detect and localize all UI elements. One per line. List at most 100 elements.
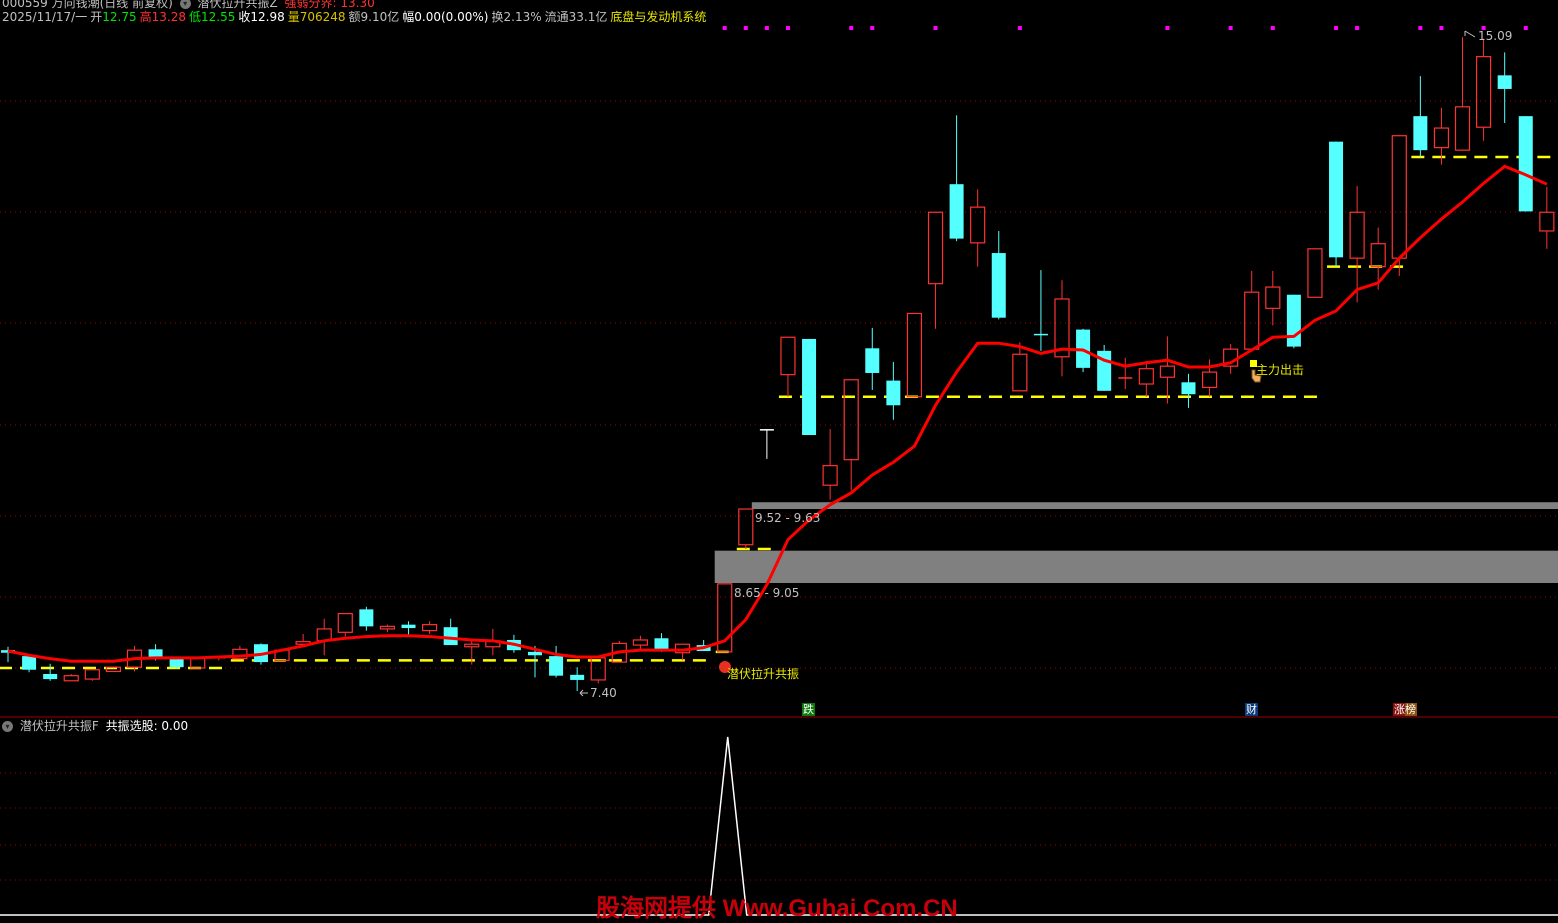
candle[interactable]	[1244, 270, 1260, 350]
candle[interactable]	[1329, 141, 1344, 267]
candle-body	[1391, 135, 1407, 259]
kline-chart[interactable]	[0, 0, 1558, 919]
candle-body	[1265, 286, 1281, 309]
candle[interactable]	[190, 657, 206, 669]
candle[interactable]	[401, 621, 416, 635]
candle[interactable]	[84, 669, 100, 681]
candle[interactable]	[1265, 270, 1281, 326]
candle[interactable]	[63, 673, 79, 682]
candle[interactable]	[822, 429, 838, 500]
candle[interactable]	[738, 508, 754, 549]
candle[interactable]	[549, 645, 564, 678]
candle[interactable]	[1307, 248, 1323, 298]
candle-body	[1433, 127, 1450, 149]
candle[interactable]	[1518, 116, 1533, 212]
candle[interactable]	[570, 667, 585, 691]
candle[interactable]	[991, 230, 1006, 320]
candle[interactable]	[1, 646, 15, 663]
candle[interactable]	[316, 618, 332, 656]
candle[interactable]	[949, 115, 964, 242]
candle-body	[802, 338, 817, 436]
candle[interactable]	[1054, 280, 1070, 377]
event-fall-tag[interactable]: 跌	[802, 703, 815, 716]
sub-indicator-menu-icon[interactable]: ▾	[2, 721, 13, 732]
signal-dot	[870, 26, 875, 30]
main-force-label: 主力出击	[1256, 363, 1305, 377]
candle-body	[1181, 382, 1196, 395]
signal-dot	[1165, 26, 1170, 30]
candle[interactable]	[1413, 76, 1428, 157]
candle-body	[1118, 377, 1133, 379]
candle-body	[886, 380, 901, 406]
candle[interactable]	[1033, 270, 1048, 351]
candle[interactable]	[927, 211, 944, 329]
candle-body	[1475, 56, 1492, 128]
candle-body	[22, 656, 37, 670]
open-value: 12.75	[102, 10, 137, 24]
candle-body	[759, 429, 774, 431]
candle[interactable]	[906, 312, 923, 398]
candle[interactable]	[1118, 357, 1133, 390]
candle[interactable]	[1181, 373, 1196, 408]
low-label: 低	[188, 10, 201, 24]
close-value: 12.98	[250, 10, 285, 24]
turnover-value: 换2.13%	[491, 10, 542, 24]
candle[interactable]	[802, 338, 817, 436]
band-upper-label: 9.52 - 9.63	[755, 511, 821, 525]
candle[interactable]	[1539, 186, 1555, 249]
indicator-menu-icon[interactable]: ▾	[179, 0, 191, 9]
candle-body	[1539, 211, 1555, 232]
candle-body	[654, 638, 669, 651]
candle[interactable]	[1475, 38, 1492, 141]
candle[interactable]	[970, 189, 986, 267]
candle[interactable]	[1138, 361, 1154, 397]
candle[interactable]	[422, 621, 438, 635]
candle[interactable]	[337, 613, 353, 637]
candle[interactable]	[1497, 52, 1512, 123]
system-label: 底盘与发动机系统	[610, 10, 707, 24]
watermark: 股海网提供 Www.Guhai.Com.CN	[596, 895, 958, 922]
candle[interactable]	[674, 643, 691, 661]
candle-body	[359, 609, 374, 627]
sub-indicator-name[interactable]: 潜伏拉升共振F	[20, 719, 99, 733]
event-finance-tag[interactable]: 财	[1245, 703, 1258, 716]
candle[interactable]	[632, 635, 649, 651]
candle[interactable]	[780, 336, 796, 397]
volume-value: 706248	[299, 10, 346, 24]
candle[interactable]	[886, 361, 901, 420]
candle-body	[43, 673, 58, 680]
candle[interactable]	[1349, 185, 1365, 303]
signal-dot	[1270, 26, 1275, 30]
candle[interactable]	[865, 327, 880, 390]
indicator-name[interactable]: 潜伏拉升共振Z	[197, 0, 277, 10]
candle-body	[1033, 333, 1048, 336]
candle[interactable]	[1159, 336, 1176, 404]
candle[interactable]	[379, 624, 396, 633]
candle[interactable]	[1454, 37, 1471, 151]
candle-body	[949, 184, 964, 239]
signal-dot	[1228, 26, 1233, 30]
candle[interactable]	[43, 663, 58, 681]
price-band	[714, 550, 1558, 583]
candle[interactable]	[1097, 344, 1112, 391]
candle-body	[148, 649, 163, 657]
candle[interactable]	[443, 618, 458, 646]
candle[interactable]	[590, 657, 606, 684]
event-rise-tag[interactable]: 涨榜	[1393, 703, 1417, 716]
quote-bar: 2025/11/17/一 开12.75 高13.28 低12.55 收12.98 量706…	[2, 10, 709, 24]
candle[interactable]	[1286, 294, 1301, 349]
candle-body	[337, 613, 353, 633]
low-arrow-icon	[579, 689, 588, 697]
candle[interactable]	[22, 656, 37, 673]
candle-body	[906, 312, 923, 398]
candle-body	[970, 206, 986, 244]
candle-body	[169, 658, 184, 668]
high-value: 13.28	[151, 10, 186, 24]
candle-body	[401, 624, 416, 629]
stock-title: 000559 万向钱潮(日线 前复权)	[2, 0, 173, 10]
candle[interactable]	[359, 606, 374, 631]
signal-dot	[764, 26, 769, 30]
candle-body	[991, 253, 1006, 318]
candle[interactable]	[1370, 227, 1386, 290]
candle[interactable]	[759, 429, 774, 459]
